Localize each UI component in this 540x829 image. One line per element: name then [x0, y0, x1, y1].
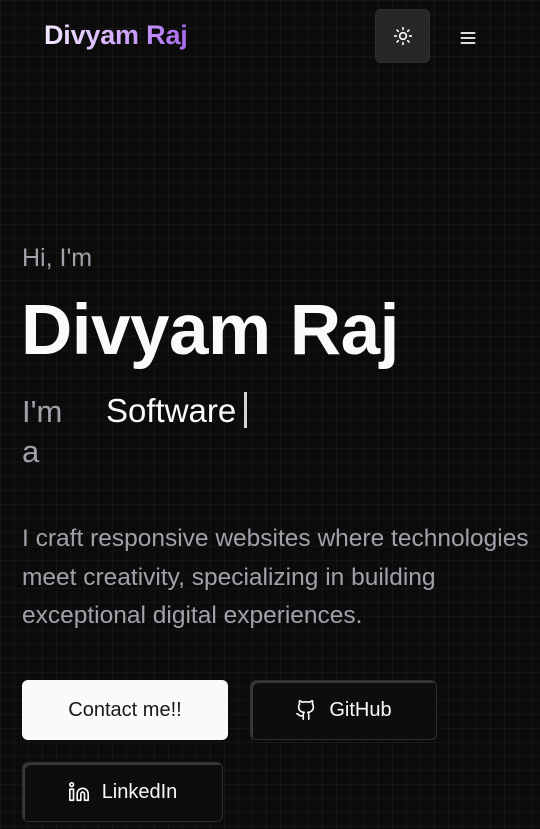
github-button-label: GitHub [329, 698, 392, 721]
sun-icon [393, 26, 412, 46]
hamburger-menu-icon [460, 32, 476, 44]
github-icon [295, 699, 317, 721]
role-typed-text: Software [106, 392, 237, 429]
typing-cursor [244, 392, 248, 428]
linkedin-button[interactable]: LinkedIn [22, 762, 223, 822]
hero-name: Divyam Raj [21, 291, 399, 370]
role-prefix: I'm a [22, 394, 63, 469]
linkedin-button-label: LinkedIn [101, 780, 178, 803]
contact-button-label: Contact me!! [68, 698, 182, 721]
menu-button[interactable] [448, 20, 488, 56]
brand-logo[interactable]: Divyam Raj [44, 20, 188, 51]
role-typewriter: Software [106, 391, 248, 431]
github-button[interactable]: GitHub [250, 680, 437, 740]
linkedin-icon [68, 781, 90, 803]
navbar: Divyam Raj [0, 0, 540, 76]
greeting-text: Hi, I'm [22, 244, 93, 272]
theme-toggle-button[interactable] [375, 9, 430, 63]
bio-text: I craft responsive websites where techno… [22, 525, 529, 629]
contact-button[interactable]: Contact me!! [22, 680, 228, 740]
